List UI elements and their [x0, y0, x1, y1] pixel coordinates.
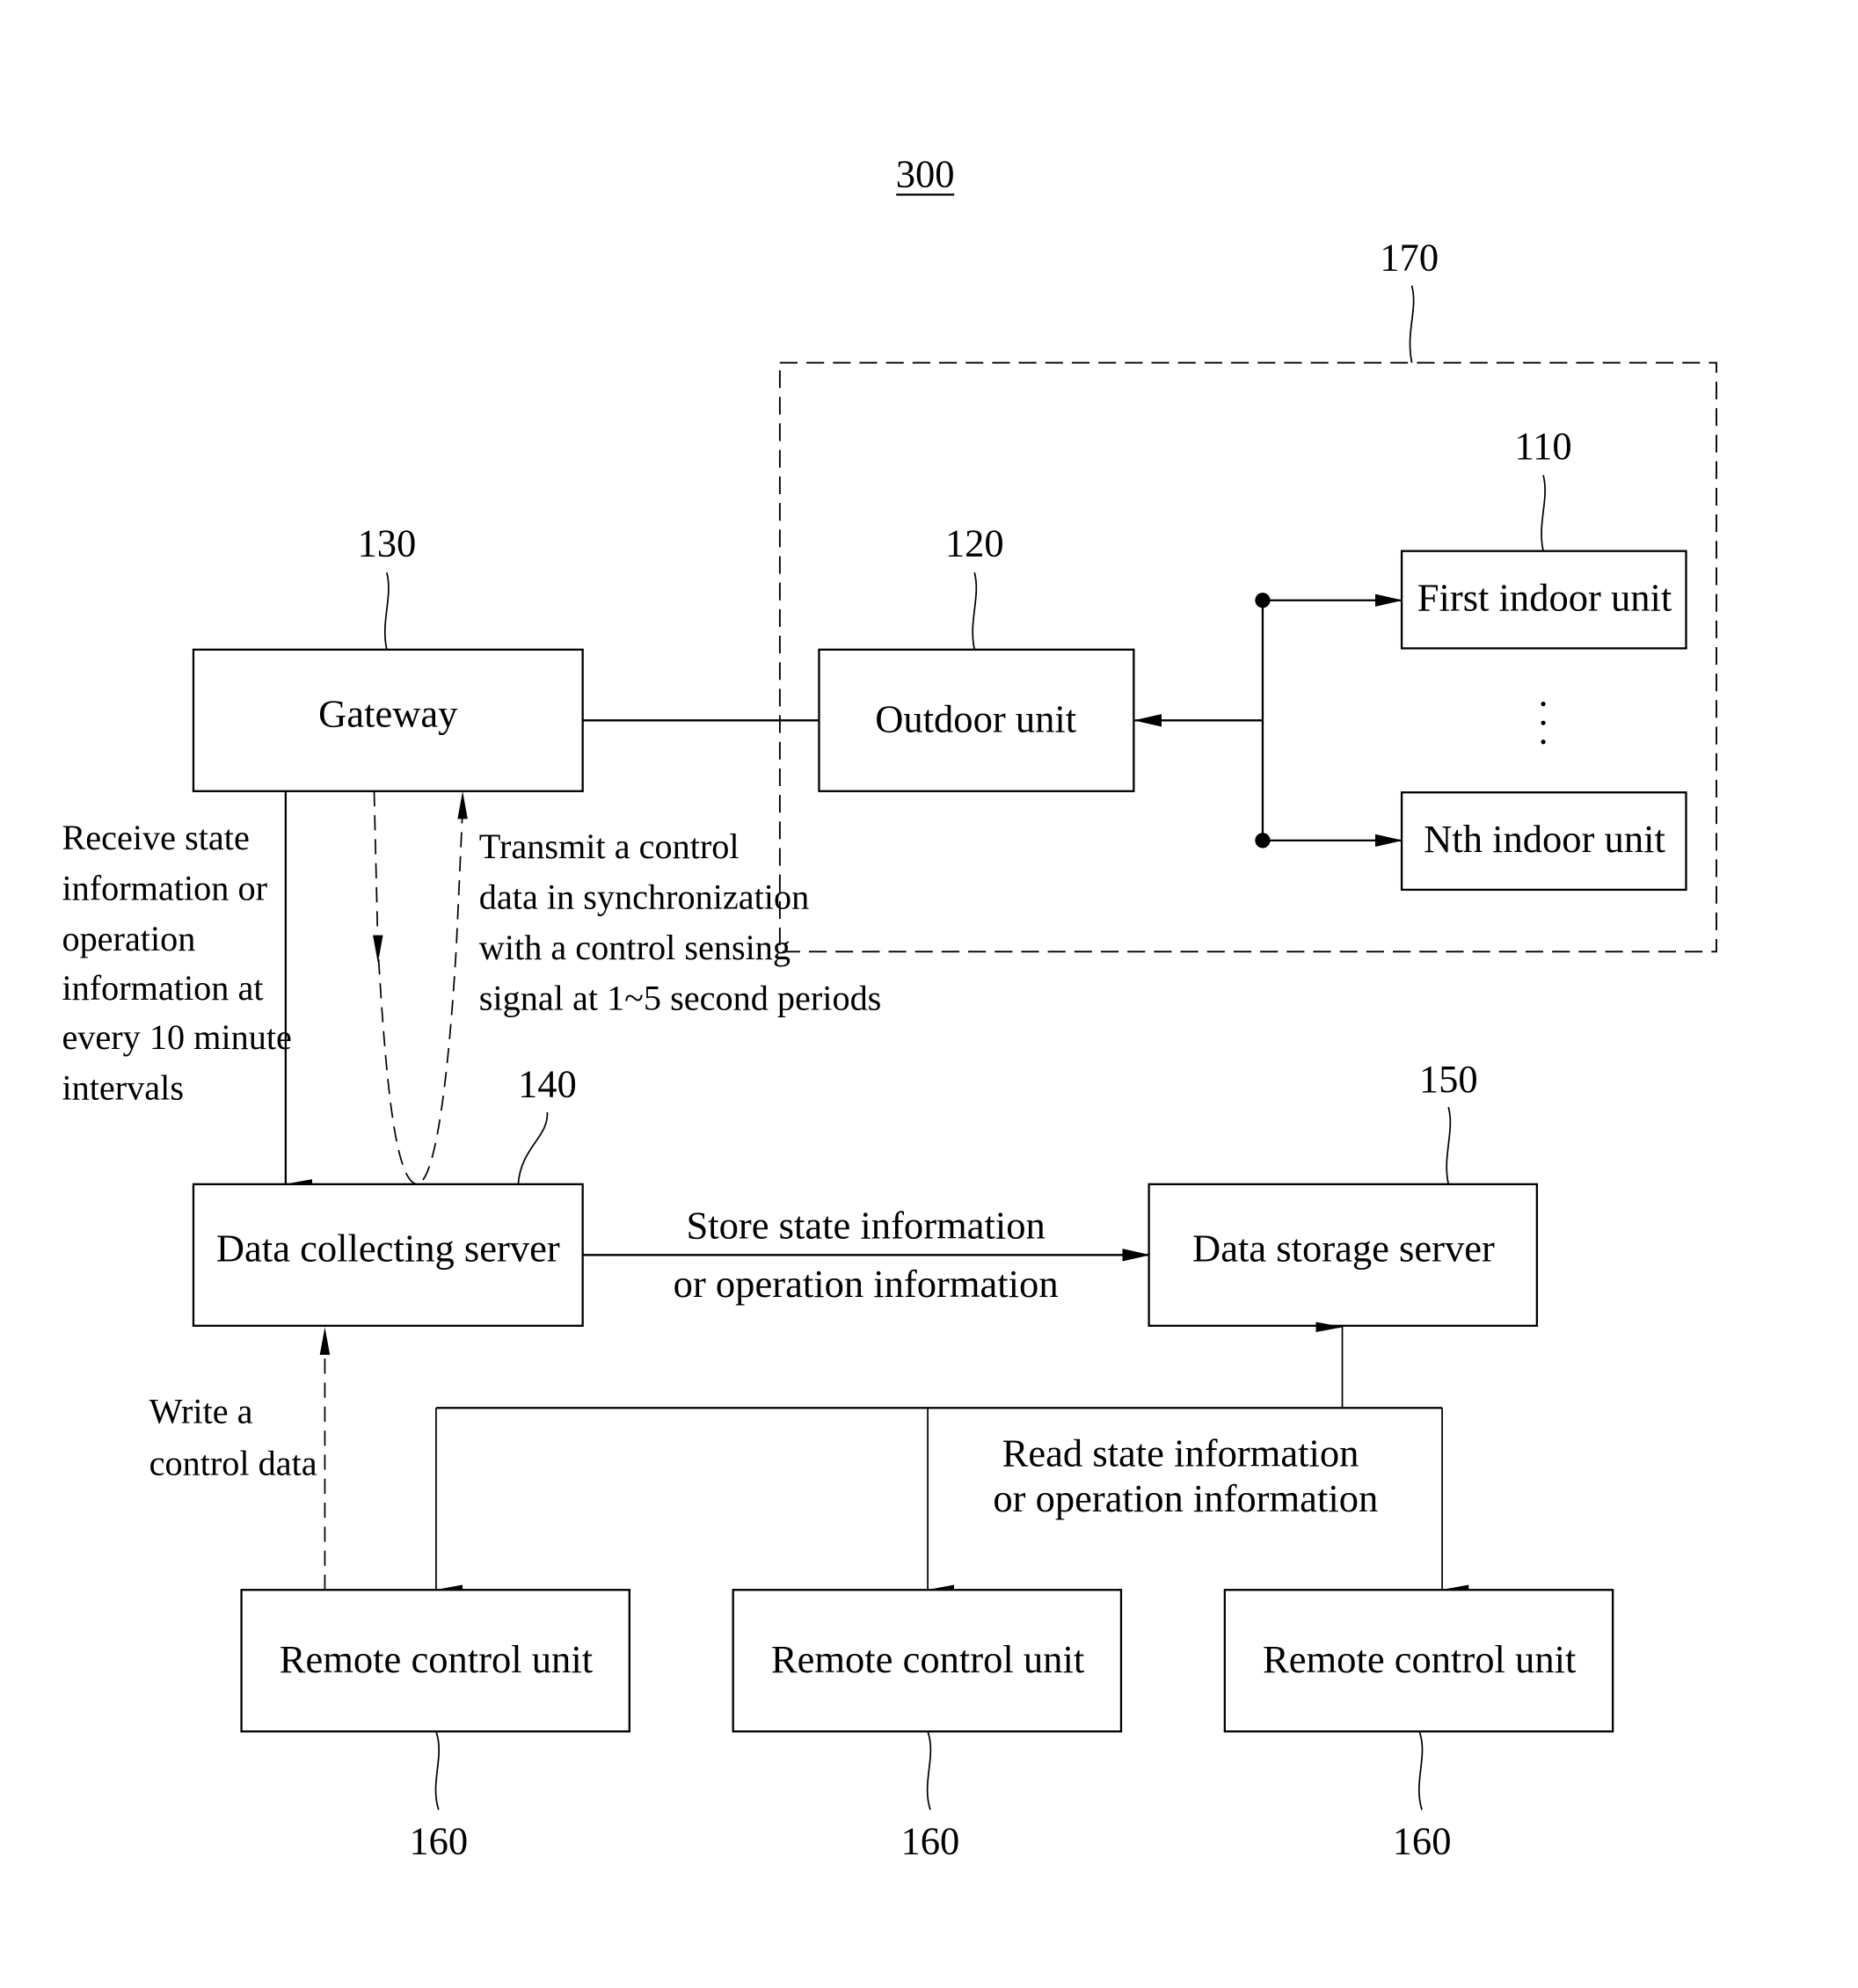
data-storage-server-label: Data storage server	[1192, 1227, 1495, 1271]
nth-indoor-unit-node: Nth indoor unit	[1400, 791, 1687, 892]
gateway-ref-leader	[383, 572, 390, 651]
remote-control-unit-node-1: Remote control unit	[240, 1589, 630, 1733]
remote-2-ref-leader	[926, 1730, 932, 1810]
first-indoor-unit-node: First indoor unit	[1400, 550, 1687, 650]
group-ref-leader	[1409, 285, 1415, 363]
remote-control-unit-label: Remote control unit	[280, 1637, 594, 1681]
svg-text:signal at 1~5 second periods: signal at 1~5 second periods	[479, 978, 882, 1017]
outdoor-ref-label: 120	[945, 521, 1004, 564]
svg-text:operation: operation	[62, 919, 195, 958]
system-diagram: 300 170 110 First indoor unit Nth indoor…	[62, 152, 1717, 1863]
svg-text:Write a: Write a	[149, 1391, 253, 1431]
svg-text:information at: information at	[62, 968, 263, 1008]
svg-text:Receive state: Receive state	[62, 818, 249, 857]
read-note: Read state information or operation info…	[993, 1431, 1378, 1520]
first-indoor-ref-label: 110	[1514, 424, 1571, 468]
remote-3-ref-label: 160	[1393, 1819, 1452, 1863]
first-indoor-ref-leader	[1541, 475, 1546, 551]
remote-2-ref-label: 160	[901, 1819, 960, 1863]
gateway-ref-label: 130	[357, 521, 416, 564]
svg-text:Store state information: Store state information	[686, 1204, 1045, 1248]
svg-text:control data: control data	[149, 1443, 317, 1482]
outdoor-unit-node: Outdoor unit	[818, 648, 1135, 792]
gateway-label: Gateway	[318, 692, 458, 736]
collecting-server-ref-label: 140	[518, 1062, 577, 1106]
storage-server-ref-leader	[1446, 1106, 1452, 1185]
transmit-note: Transmit a control data in synchronizati…	[479, 827, 882, 1017]
remote-control-unit-label: Remote control unit	[1263, 1637, 1577, 1681]
receive-note: Receive state information or operation i…	[62, 818, 291, 1108]
data-storage-server-node: Data storage server	[1148, 1183, 1539, 1327]
remote-1-ref-leader	[434, 1730, 440, 1810]
system-ref-label: 300	[896, 152, 955, 196]
loop-up-arrowhead	[457, 790, 468, 819]
first-indoor-unit-label: First indoor unit	[1417, 575, 1672, 619]
gateway-node: Gateway	[192, 648, 584, 792]
group-ref-label: 170	[1380, 236, 1439, 280]
outdoor-ref-leader	[972, 572, 978, 651]
outdoor-unit-label: Outdoor unit	[875, 696, 1077, 740]
svg-text:information or: information or	[62, 868, 267, 907]
more-indoor-units-ellipsis	[1541, 702, 1546, 745]
svg-text:data in synchronization: data in synchronization	[479, 877, 809, 916]
remote-control-unit-label: Remote control unit	[771, 1637, 1085, 1681]
loop-down-arrowhead	[373, 935, 383, 964]
svg-text:or operation information: or operation information	[993, 1476, 1378, 1520]
remote-1-ref-label: 160	[409, 1819, 468, 1863]
nth-indoor-unit-label: Nth indoor unit	[1424, 817, 1665, 861]
collecting-server-ref-leader	[517, 1111, 549, 1184]
svg-text:every 10 minute: every 10 minute	[62, 1017, 291, 1057]
svg-text:Read state information: Read state information	[1002, 1431, 1359, 1475]
svg-text:intervals: intervals	[62, 1068, 184, 1108]
remote-control-unit-node-2: Remote control unit	[732, 1589, 1123, 1733]
remote-control-unit-node-3: Remote control unit	[1223, 1589, 1614, 1733]
svg-text:or operation information: or operation information	[674, 1262, 1059, 1306]
remote-3-ref-leader	[1418, 1730, 1424, 1810]
data-collecting-server-label: Data collecting server	[216, 1227, 560, 1271]
write-arrowhead	[319, 1327, 331, 1355]
data-collecting-server-node: Data collecting server	[192, 1183, 584, 1327]
svg-text:with a control sensing: with a control sensing	[479, 928, 791, 967]
svg-text:Transmit a control: Transmit a control	[479, 827, 740, 866]
storage-server-ref-label: 150	[1419, 1057, 1478, 1101]
control-sensing-loop	[373, 790, 463, 1185]
write-note: Write a control data	[149, 1391, 317, 1482]
